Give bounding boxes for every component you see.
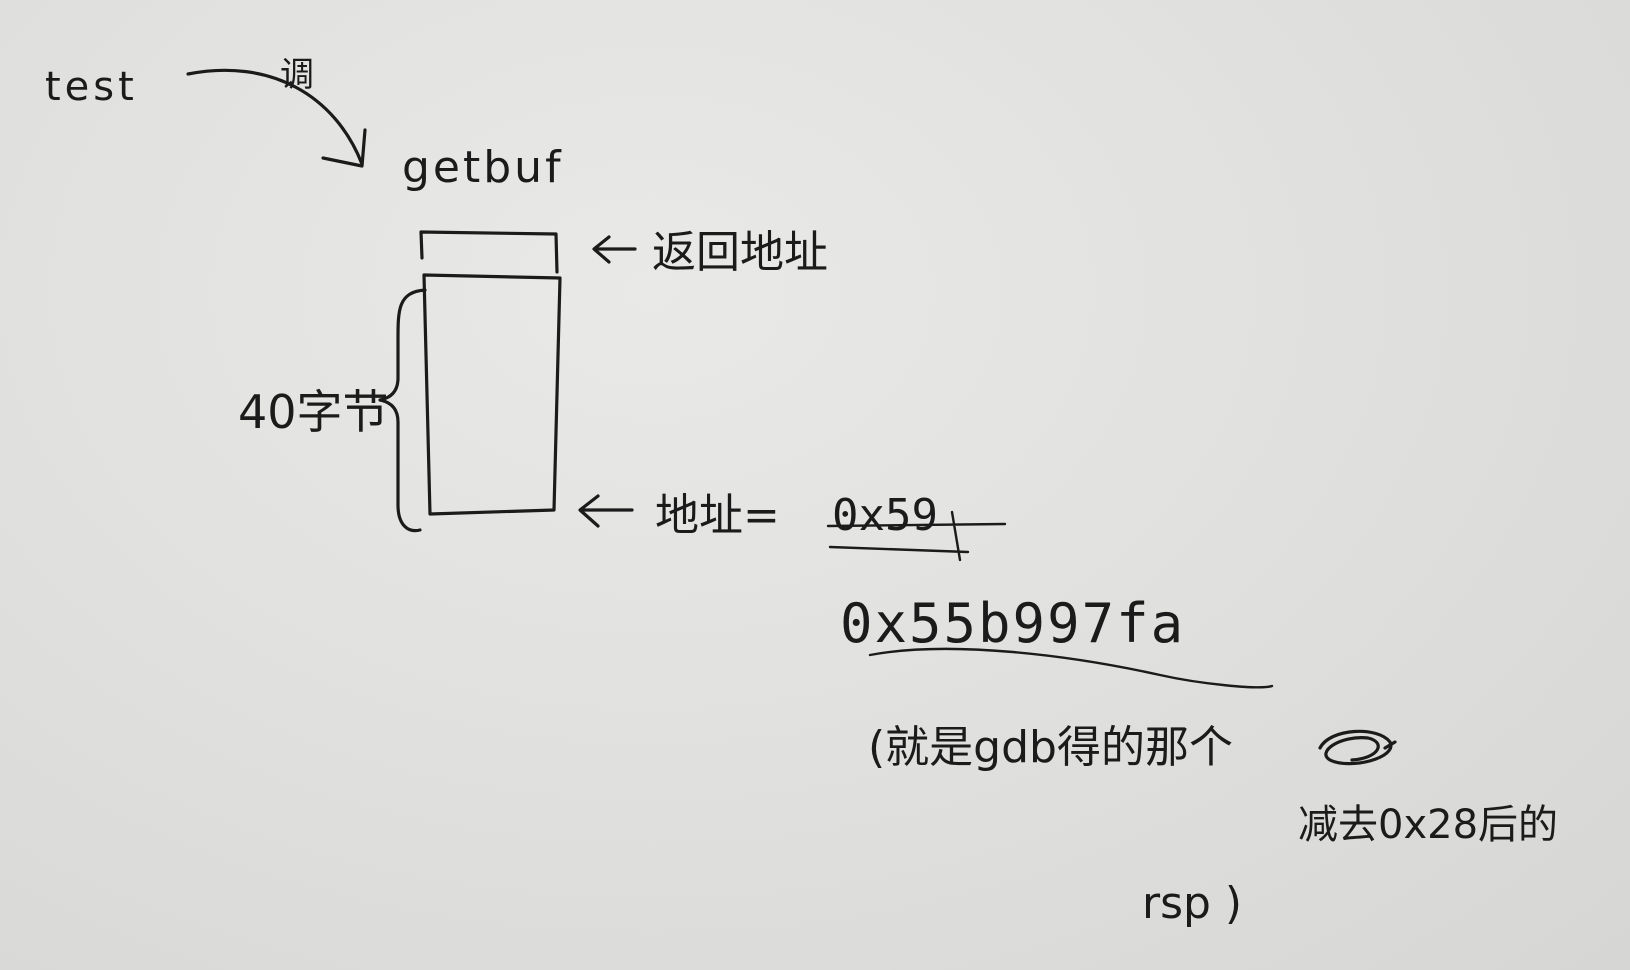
call-label: 调 — [280, 55, 314, 95]
note-line-2: 减去0x28后的 — [1298, 802, 1558, 848]
buffer-box — [422, 273, 562, 516]
address-value: 0x55b997fa — [840, 592, 1185, 655]
note-line-3: rsp ) — [1142, 878, 1242, 929]
stack-diagram: test 调 getbuf 返回地址 40字节 地址= 0x59 0x55b99… — [45, 55, 1558, 929]
return-address-label: 返回地址 — [652, 227, 828, 278]
address-label: 地址= — [655, 490, 780, 541]
caller-label: test — [45, 64, 138, 110]
callee-label: getbuf — [402, 142, 564, 193]
note-line-1: (就是gdb得的那个 — [868, 722, 1233, 773]
call-arrow — [186, 68, 364, 166]
scribble-mark — [1318, 729, 1397, 766]
return-address-arrow — [592, 235, 637, 264]
address-arrow — [578, 494, 634, 528]
size-label: 40字节 — [238, 385, 389, 439]
struck-value: 0x59 — [832, 490, 938, 541]
return-address-slot — [419, 230, 559, 274]
call-arrow-head — [321, 128, 367, 168]
